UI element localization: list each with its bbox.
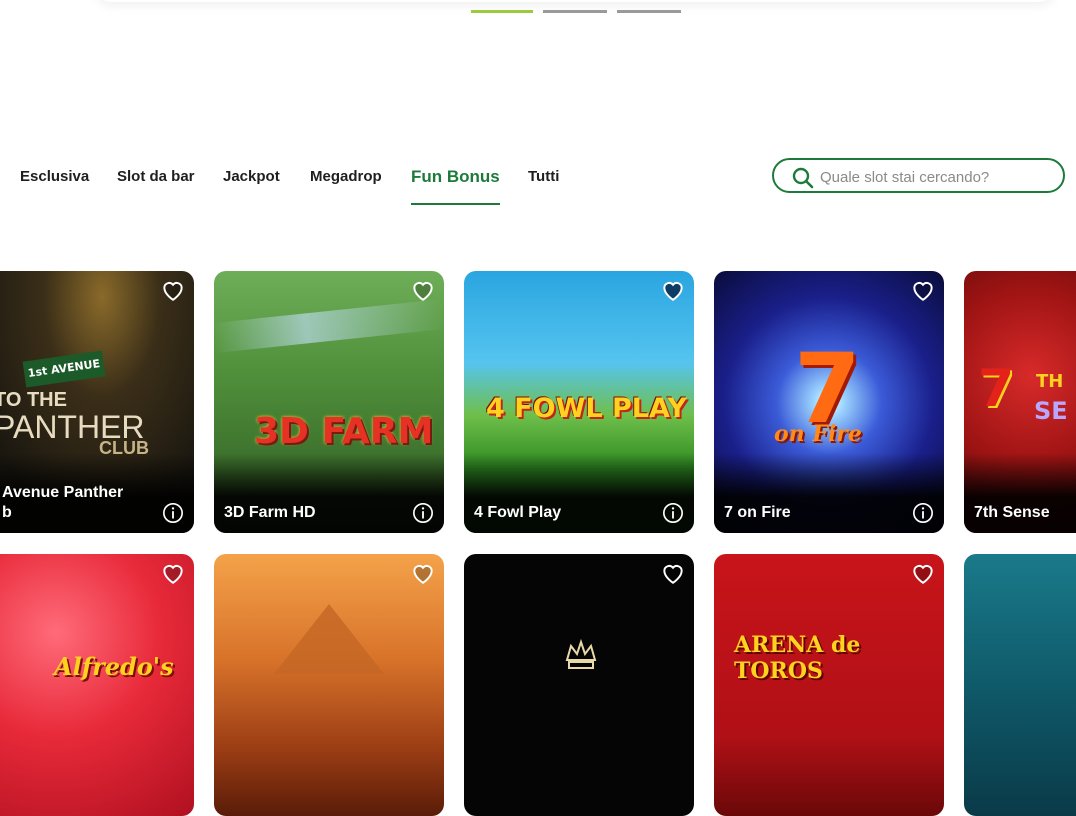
game-card[interactable] — [964, 554, 1076, 816]
carousel-indicators — [471, 10, 681, 13]
tab-label: Megadrop — [310, 168, 382, 185]
tab-label: Fun Bonus — [411, 167, 500, 186]
game-artwork — [214, 554, 444, 816]
game-card[interactable] — [214, 554, 444, 816]
game-title: 7 on Fire — [724, 504, 791, 521]
tab-label: Esclusiva — [20, 168, 90, 185]
game-card[interactable]: 1st AVENUE TO THE PANTHER CLUB Avenue Pa… — [0, 271, 194, 533]
tab-label: Tutti — [528, 168, 560, 185]
info-icon[interactable] — [912, 502, 934, 524]
carousel-indicator-2[interactable] — [543, 10, 607, 13]
tab-fun-bonus[interactable]: Fun Bonus — [411, 167, 500, 205]
crown-icon — [565, 638, 597, 669]
game-title: 4 Fowl Play — [474, 504, 562, 521]
game-artwork — [964, 554, 1076, 816]
heart-icon[interactable] — [410, 560, 436, 586]
game-artwork — [714, 554, 944, 816]
carousel-container — [95, 0, 1055, 2]
game-card[interactable]: 7 TH SE 7th Sense — [964, 271, 1076, 533]
game-logo: on Fire — [774, 421, 862, 447]
game-card[interactable]: Alfredo's — [0, 554, 194, 816]
game-logo: TH — [1036, 371, 1064, 392]
game-logo: ARENA de TOROS — [734, 632, 861, 684]
heart-icon[interactable] — [660, 560, 686, 586]
game-card[interactable]: 7 on Fire 7 on Fire — [714, 271, 944, 533]
game-logo: Alfredo's — [54, 652, 174, 681]
game-logo: 7 — [978, 359, 1015, 419]
game-artwork — [464, 554, 694, 816]
active-tab-underline — [411, 203, 500, 205]
search-box[interactable] — [772, 158, 1065, 193]
info-icon[interactable] — [662, 502, 684, 524]
info-icon[interactable] — [412, 502, 434, 524]
tab-label: Jackpot — [223, 168, 280, 185]
carousel-indicator-3[interactable] — [617, 10, 681, 13]
game-title: 3D Farm HD — [224, 504, 316, 521]
game-logo: SE — [1034, 397, 1068, 425]
heart-icon[interactable] — [910, 277, 936, 303]
tab-megadrop[interactable]: Megadrop — [310, 168, 382, 185]
tab-jackpot[interactable]: Jackpot — [223, 168, 280, 185]
search-input[interactable] — [818, 165, 1052, 189]
heart-icon[interactable] — [410, 277, 436, 303]
tab-esclusiva[interactable]: Esclusiva — [20, 168, 89, 185]
game-card[interactable]: ARENA de TOROS — [714, 554, 944, 816]
game-logo: 4 FOWL PLAY — [486, 393, 687, 424]
game-artwork — [0, 554, 194, 816]
game-title: 7th Sense — [974, 504, 1050, 521]
game-title: Avenue Panther b — [2, 484, 124, 521]
search-icon — [792, 167, 814, 189]
heart-icon[interactable] — [160, 277, 186, 303]
heart-icon[interactable] — [160, 560, 186, 586]
game-logo: 3D FARM — [254, 411, 434, 452]
tab-tutti[interactable]: Tutti — [528, 168, 559, 185]
carousel-indicator-1[interactable] — [471, 10, 533, 13]
game-card[interactable] — [464, 554, 694, 816]
pyramid-shape — [274, 604, 384, 674]
heart-icon[interactable] — [910, 560, 936, 586]
tab-slot-da-bar[interactable]: Slot da bar — [117, 168, 195, 185]
info-icon[interactable] — [162, 502, 184, 524]
tab-label: Slot da bar — [117, 168, 195, 185]
game-card[interactable]: 3D FARM 3D Farm HD — [214, 271, 444, 533]
heart-icon[interactable] — [660, 277, 686, 303]
game-card[interactable]: 4 FOWL PLAY 4 Fowl Play — [464, 271, 694, 533]
